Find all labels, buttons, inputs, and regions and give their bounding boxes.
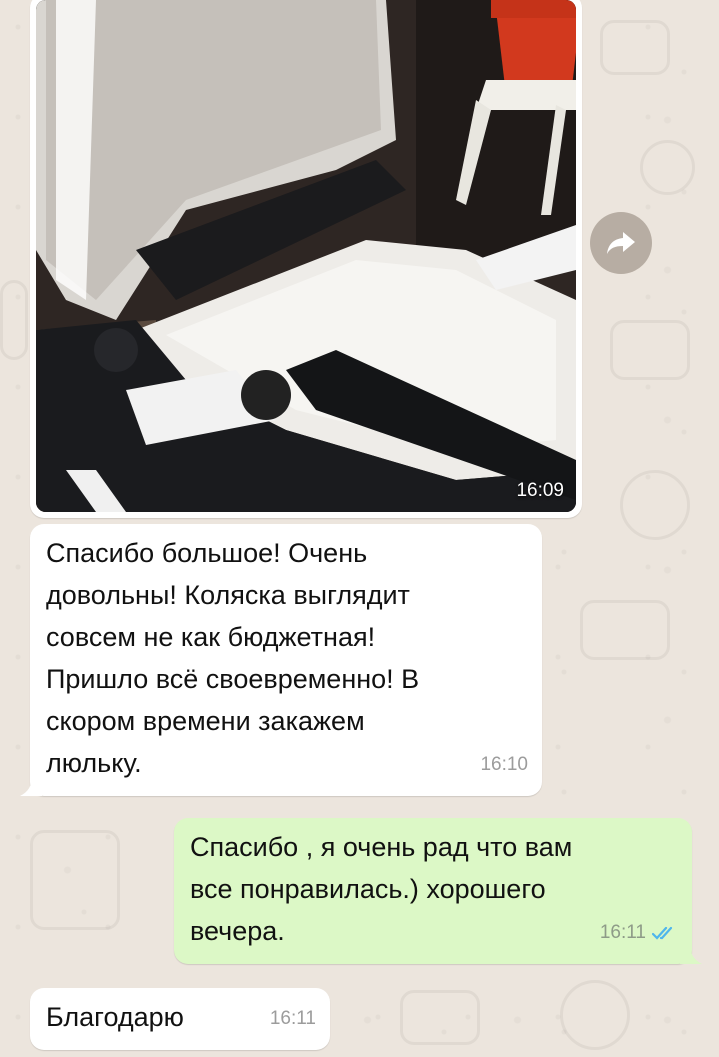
bubble-tail [680, 944, 702, 964]
wallpaper-doodle [560, 980, 630, 1050]
message-meta: 16:10 [480, 744, 528, 786]
wallpaper-doodle [580, 600, 670, 660]
double-check-icon [652, 926, 673, 940]
wallpaper-doodle [640, 140, 695, 195]
message-time: 16:11 [599, 922, 646, 943]
message-time: 16:09 [516, 480, 564, 501]
message-time: 16:10 [480, 754, 528, 775]
message-text: Спасибо большое! Очень довольны! Коляска… [46, 538, 420, 778]
wallpaper-doodle [620, 470, 690, 540]
bubble-tail [20, 776, 42, 796]
message-meta: 16:11 [600, 912, 678, 954]
forward-button[interactable] [590, 212, 652, 274]
incoming-message[interactable]: Благодарю 16:11 [30, 988, 330, 1050]
outgoing-message[interactable]: Спасибо , я очень рад что вам все понрав… [174, 818, 702, 964]
message-time: 16:11 [269, 1008, 316, 1029]
image-message[interactable]: 16:09 [30, 0, 582, 518]
forward-icon [607, 232, 635, 254]
incoming-message[interactable]: Спасибо большое! Очень довольны! Коляска… [20, 524, 542, 796]
wallpaper-doodle [610, 320, 690, 380]
wallpaper-doodle [30, 830, 120, 930]
stroller-illustration [36, 0, 576, 512]
stroller-photo[interactable]: 16:09 [36, 0, 576, 512]
wallpaper-doodle [600, 20, 670, 75]
wallpaper-doodle [400, 990, 480, 1045]
wallpaper-doodle [0, 280, 28, 360]
message-meta: 16:11 [270, 998, 316, 1040]
